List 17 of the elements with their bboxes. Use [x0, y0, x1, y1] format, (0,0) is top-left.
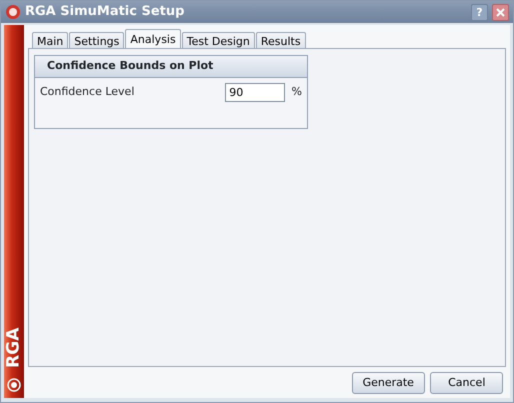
close-button[interactable]	[492, 4, 509, 20]
brand-logo-icon	[7, 378, 21, 392]
group-title: Confidence Bounds on Plot	[35, 56, 307, 78]
app-logo-icon	[5, 4, 21, 20]
tab[interactable]: Test Design	[182, 32, 255, 49]
sidebar-label: RGA	[2, 327, 24, 368]
field-label: Confidence Level	[40, 84, 134, 100]
tab[interactable]: Main	[32, 32, 68, 49]
close-icon	[496, 8, 505, 16]
cancel-button[interactable]: Cancel	[430, 372, 504, 394]
generate-button[interactable]: Generate	[352, 372, 425, 394]
window-title: RGA SimuMatic Setup	[25, 3, 184, 22]
confidence-level-field[interactable]: 90	[225, 82, 286, 102]
tab[interactable]: Results	[256, 32, 306, 49]
tab[interactable]: Settings	[69, 32, 124, 49]
tab[interactable]: Analysis	[125, 29, 181, 49]
unit-label: %	[290, 84, 302, 100]
